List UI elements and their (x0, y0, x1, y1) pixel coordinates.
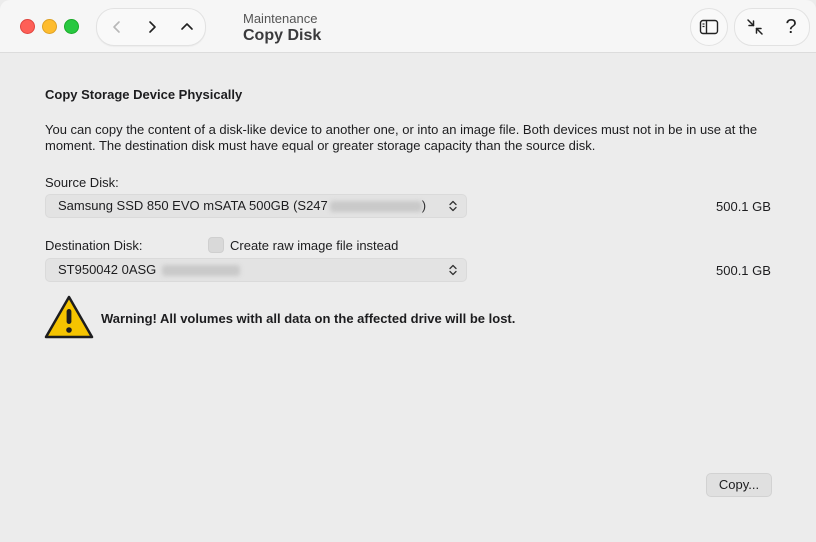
collapse-button[interactable] (743, 15, 767, 39)
chevron-left-icon (113, 21, 120, 33)
source-disk-select[interactable]: Samsung SSD 850 EVO mSATA 500GB (S247) (45, 194, 467, 218)
window-title: Copy Disk (243, 27, 322, 44)
window-subtitle: Maintenance (243, 11, 318, 26)
zoom-button[interactable] (64, 19, 79, 34)
copy-button[interactable]: Copy... (706, 473, 772, 497)
toolbar-right-group: ? (734, 8, 810, 46)
destination-disk-select[interactable]: ST950042 0ASG (45, 258, 467, 282)
source-disk-value-suffix: ) (421, 198, 427, 213)
raw-image-checkbox[interactable] (208, 237, 224, 253)
updown-chevron-icon (449, 200, 457, 212)
forward-button[interactable] (140, 15, 164, 39)
source-disk-label: Source Disk: (45, 175, 119, 190)
warning-message: Warning! All volumes with all data on th… (101, 311, 516, 326)
main-content: Copy Storage Device Physically You can c… (0, 53, 816, 542)
section-heading: Copy Storage Device Physically (45, 87, 243, 102)
sidebar-toggle-button[interactable] (690, 8, 728, 46)
minimize-button[interactable] (42, 19, 57, 34)
destination-disk-size: 500.1 GB (716, 263, 771, 278)
source-disk-size: 500.1 GB (716, 199, 771, 214)
collapse-icon (747, 19, 763, 35)
chevron-up-icon (181, 23, 193, 30)
navigation-group (96, 8, 206, 46)
up-button[interactable] (175, 15, 199, 39)
raw-image-checkbox-label[interactable]: Create raw image file instead (230, 238, 398, 253)
help-button[interactable]: ? (779, 13, 803, 41)
destination-disk-value: ST950042 0ASG (58, 259, 240, 281)
redacted-serial (161, 265, 240, 277)
window: Maintenance Copy Disk ? Copy Storage Dev… (0, 0, 816, 542)
titlebar: Maintenance Copy Disk ? (0, 0, 816, 53)
question-icon: ? (785, 16, 797, 38)
sidebar-icon (699, 19, 719, 35)
warning-icon (44, 295, 94, 339)
source-disk-value: Samsung SSD 850 EVO mSATA 500GB (S247) (58, 195, 426, 217)
redacted-serial (329, 201, 422, 213)
description-text: You can copy the content of a disk-like … (45, 122, 758, 153)
chevron-right-icon (149, 21, 156, 33)
back-button[interactable] (105, 15, 129, 39)
source-disk-value-prefix: Samsung SSD 850 EVO mSATA 500GB (S247 (58, 198, 328, 213)
close-button[interactable] (20, 19, 35, 34)
destination-disk-label: Destination Disk: (45, 238, 143, 253)
updown-chevron-icon (449, 264, 457, 276)
destination-disk-value-prefix: ST950042 0ASG (58, 262, 157, 277)
